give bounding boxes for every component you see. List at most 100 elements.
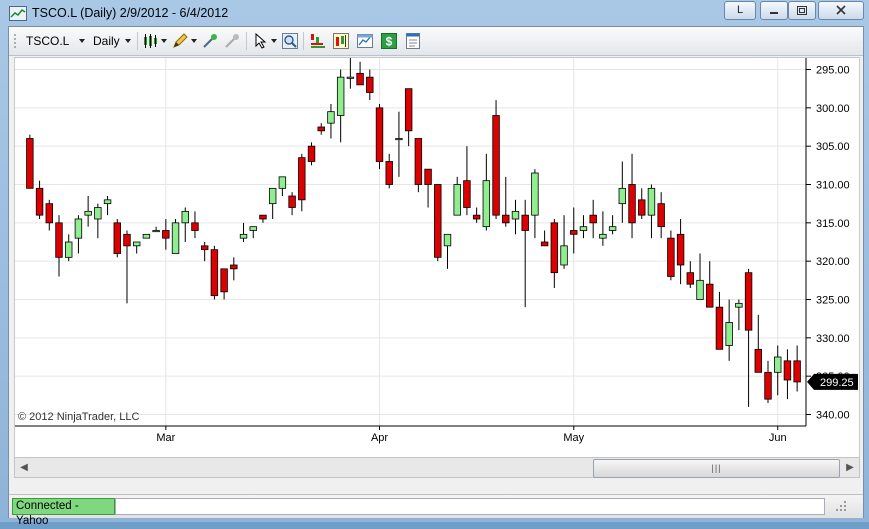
candle-down — [472, 214, 481, 220]
zoom-icon[interactable] — [281, 32, 299, 50]
candle-up — [735, 302, 743, 308]
candle-up — [152, 230, 160, 233]
candle-down — [288, 195, 296, 208]
close-button[interactable] — [818, 1, 864, 20]
candle-up — [103, 199, 112, 205]
candle-down — [676, 233, 685, 266]
candle-up — [725, 322, 733, 346]
maximize-icon[interactable] — [788, 1, 816, 20]
price-tick-label: 320.00 — [816, 256, 850, 268]
link-button[interactable]: L — [724, 1, 756, 20]
candle-down — [375, 107, 384, 162]
scroll-right-icon[interactable]: ▶ — [841, 458, 859, 477]
drawing-pencil-icon[interactable] — [171, 32, 189, 50]
instrument-dropdown-icon[interactable] — [79, 39, 85, 43]
candle-down — [113, 222, 121, 254]
candle-up — [443, 233, 452, 247]
status-message-field — [115, 498, 825, 515]
minimize-icon[interactable] — [760, 1, 788, 20]
candle-down — [550, 222, 559, 274]
data-box-icon[interactable] — [404, 32, 422, 50]
candle-up — [278, 176, 287, 189]
price-tick-label: 340.00 — [816, 410, 850, 422]
dollar-icon[interactable]: $ — [380, 32, 398, 50]
strategies-icon[interactable] — [332, 32, 350, 50]
copyright-notice: © 2012 NinjaTrader, LLC — [18, 411, 139, 423]
candle-down — [26, 138, 34, 189]
chart-toolbar: TSCO.L Daily $ — [9, 27, 863, 56]
candle-up — [268, 187, 277, 205]
window-title: TSCO.L (Daily) 2/9/2012 - 6/4/2012 — [32, 6, 229, 20]
candle-down — [502, 214, 510, 224]
status-bar: Connected - Yahoo — [9, 494, 863, 527]
candle-down — [200, 245, 209, 251]
candle-up — [599, 233, 607, 239]
title-bar[interactable]: TSCO.L (Daily) 2/9/2012 - 6/4/2012 L — [0, 0, 869, 26]
scroll-left-icon[interactable]: ◀ — [15, 458, 33, 477]
drawing-dropdown-icon[interactable] — [191, 39, 197, 43]
candle-down — [521, 214, 529, 231]
candle-up — [453, 184, 461, 216]
resize-grip-icon[interactable] — [835, 500, 847, 512]
period-selector[interactable]: Daily — [93, 33, 120, 49]
candle-up — [132, 241, 141, 247]
candle-up — [395, 138, 403, 141]
candle-up — [239, 233, 248, 239]
candle-down — [706, 283, 714, 308]
time-tick-label: Jun — [769, 432, 787, 444]
remove-drawing-icon[interactable] — [223, 32, 241, 50]
connection-status: Connected - Yahoo — [12, 498, 115, 527]
candle-up — [74, 218, 83, 239]
chart-properties-icon[interactable] — [356, 32, 374, 50]
time-tick-label: May — [563, 432, 584, 444]
candle-down — [638, 199, 646, 216]
toolbar-separator — [303, 32, 304, 50]
toolbar-separator — [246, 32, 247, 50]
candle-up — [249, 226, 257, 231]
candle-down — [589, 214, 597, 224]
candle-down — [298, 157, 306, 201]
snap-mode-icon[interactable] — [201, 32, 219, 50]
chart-style-dropdown-icon[interactable] — [161, 39, 167, 43]
price-axis: 340.00335.00330.00325.00320.00315.00310.… — [806, 65, 850, 422]
candle-up — [482, 180, 491, 228]
time-tick-label: Apr — [371, 432, 388, 444]
candle-down — [259, 214, 267, 220]
candle-down — [404, 88, 413, 132]
candle-down — [385, 161, 393, 185]
toolbar-separator — [137, 32, 138, 50]
candle-down — [123, 233, 131, 247]
candle-down — [492, 115, 500, 216]
candle-down — [570, 230, 578, 235]
candle-up — [608, 226, 617, 231]
candle-down — [220, 268, 228, 293]
price-tick-label: 305.00 — [816, 141, 850, 153]
period-dropdown-icon[interactable] — [125, 39, 131, 43]
chart-style-icon[interactable] — [142, 32, 160, 50]
candle-up — [531, 172, 539, 216]
price-tick-label: 330.00 — [816, 333, 850, 345]
candle-up — [511, 210, 520, 220]
price-tick-label: 315.00 — [816, 218, 850, 230]
candle-down — [434, 184, 442, 258]
cursor-pointer-icon[interactable] — [252, 32, 270, 50]
candle-down — [424, 168, 432, 185]
candle-down — [754, 348, 762, 373]
cursor-dropdown-icon[interactable] — [271, 39, 277, 43]
price-tick-label: 310.00 — [816, 180, 850, 192]
candle-down — [667, 237, 675, 277]
indicators-icon[interactable] — [309, 32, 327, 50]
time-tick-label: Mar — [156, 432, 175, 444]
candle-up — [336, 76, 345, 116]
candle-down — [210, 249, 219, 297]
last-price-label: 299.25 — [820, 377, 854, 389]
candle-up — [618, 187, 627, 205]
candlestick-chart[interactable]: 340.00335.00330.00325.00320.00315.00310.… — [15, 58, 859, 457]
candle-down — [230, 264, 238, 270]
candle-down — [45, 203, 53, 224]
candle-up — [647, 187, 656, 216]
price-chart-panel[interactable]: 340.00335.00330.00325.00320.00315.00310.… — [14, 57, 860, 458]
scrollbar-thumb[interactable]: ||| — [593, 459, 840, 478]
horizontal-scrollbar[interactable]: ◀ ||| ▶ — [14, 457, 860, 478]
instrument-selector[interactable]: TSCO.L — [26, 33, 69, 49]
